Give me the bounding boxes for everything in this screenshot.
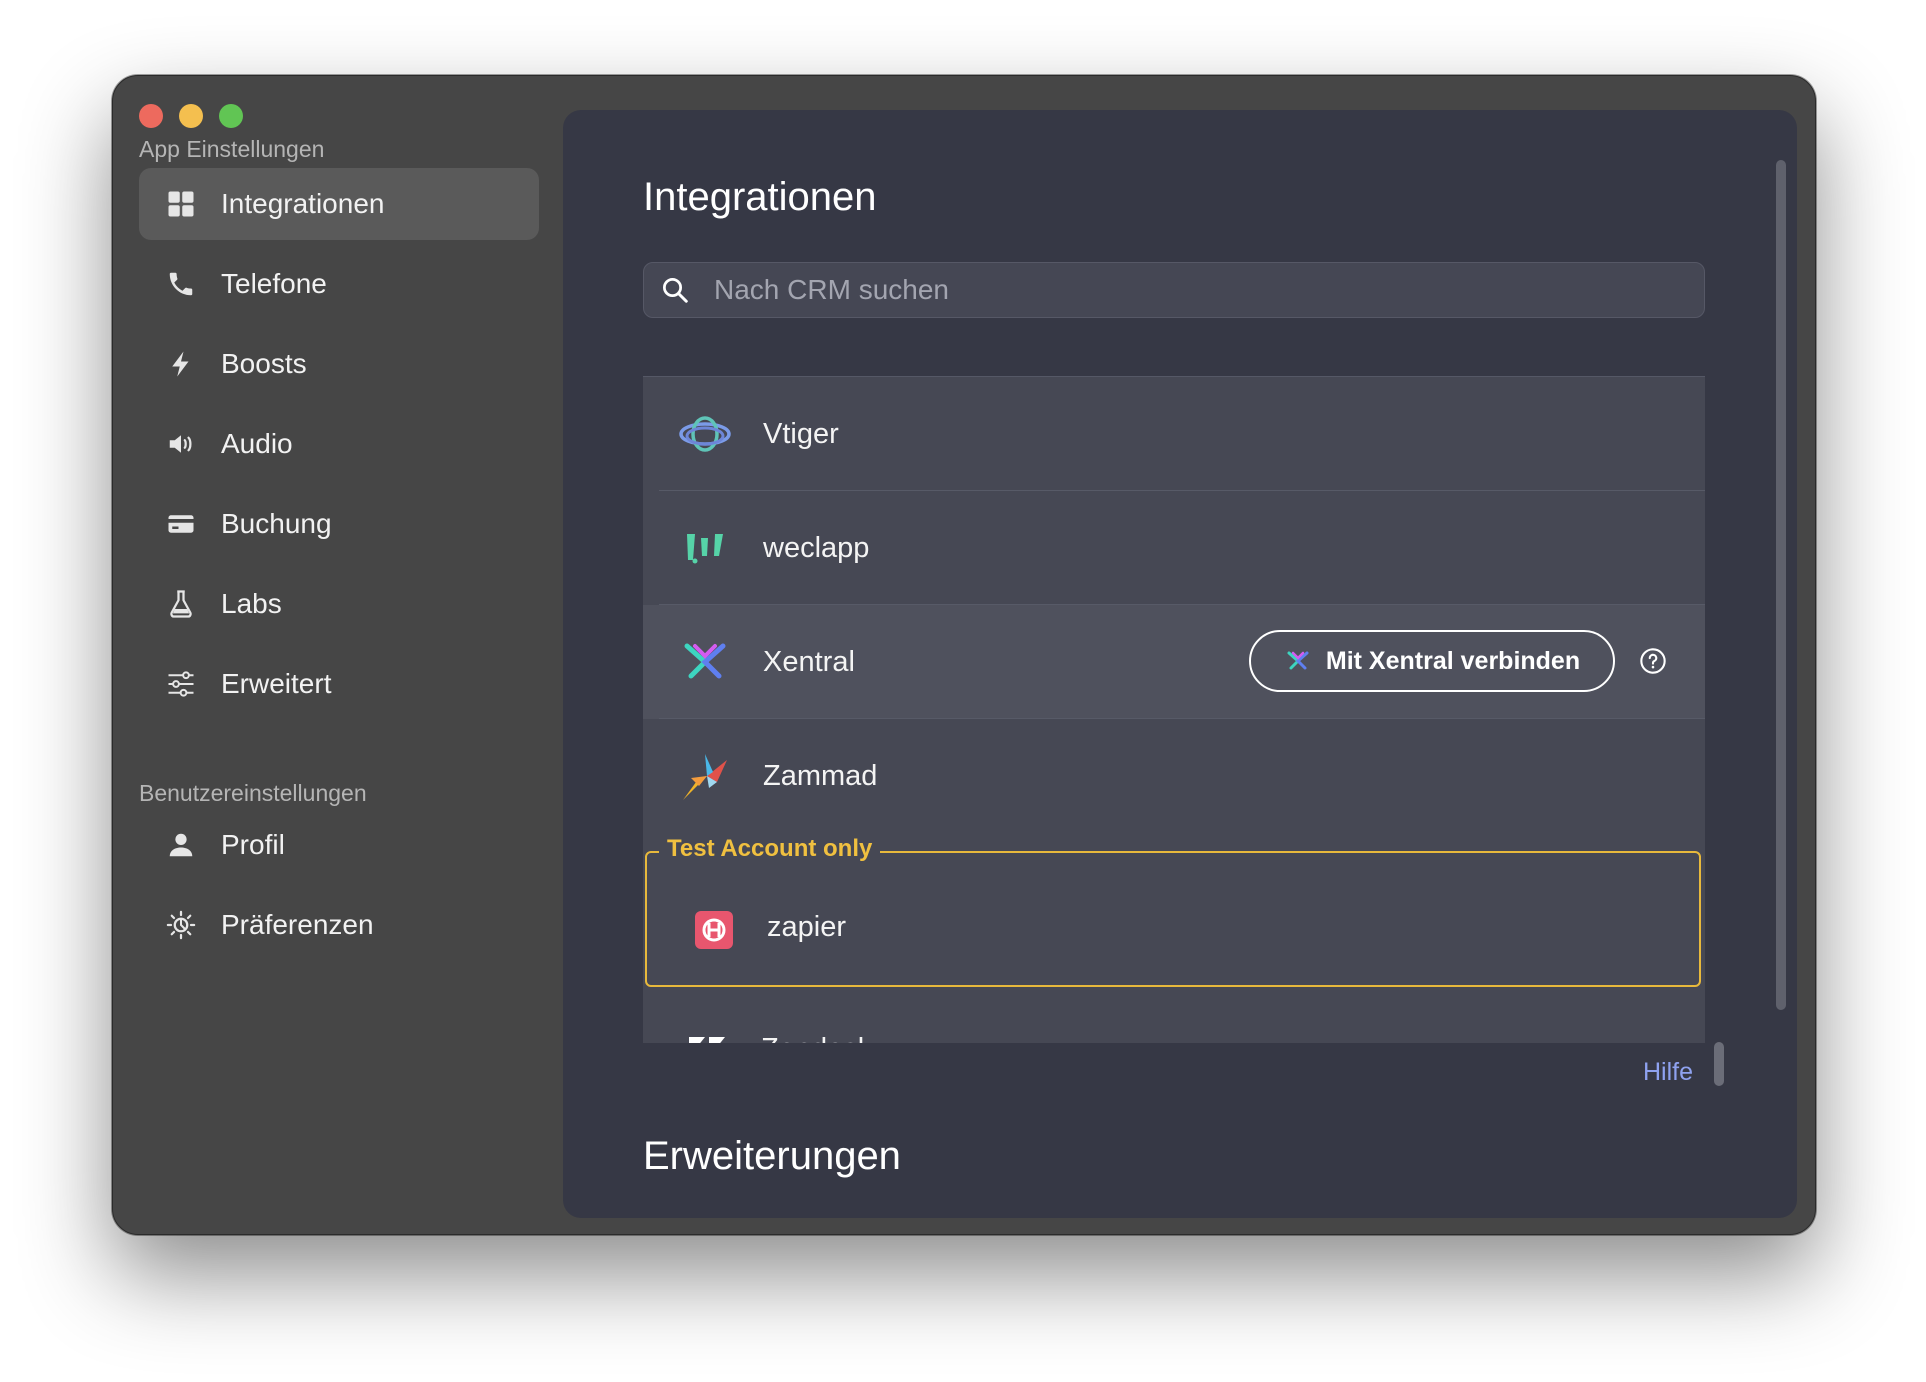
sidebar-item-profil[interactable]: Profil: [139, 809, 539, 881]
flask-icon: [161, 584, 201, 624]
person-icon: [161, 825, 201, 865]
connect-xentral-button[interactable]: Mit Xentral verbinden: [1249, 630, 1615, 692]
sidebar-item-erweitert[interactable]: Erweitert: [139, 648, 539, 720]
xentral-logo-icon: [1287, 651, 1309, 670]
sidebar: App Einstellungen Integrationen Telefone…: [113, 76, 563, 1234]
sidebar-section-app: App Einstellungen: [139, 136, 325, 162]
integration-row-weclapp[interactable]: weclapp: [643, 491, 1705, 605]
sidebar-item-telefone[interactable]: Telefone: [139, 248, 539, 320]
zapier-logo-icon: [695, 911, 733, 949]
sidebar-item-label: Buchung: [221, 508, 332, 539]
sidebar-item-label: Integrationen: [221, 188, 385, 219]
sidebar-item-label: Profil: [221, 829, 285, 860]
help-circle-icon[interactable]: [1639, 647, 1667, 675]
help-link[interactable]: Hilfe: [1643, 1058, 1693, 1087]
integration-name: Xentral: [763, 645, 855, 678]
integration-name: weclapp: [763, 531, 870, 564]
integration-row-zammad[interactable]: Zammad: [643, 719, 1705, 833]
integration-name: Zendesk: [761, 1033, 872, 1043]
sidebar-section-user: Benutzereinstellungen: [139, 780, 367, 806]
sidebar-item-audio[interactable]: Audio: [139, 408, 539, 480]
zammad-logo-icon: [677, 748, 733, 804]
integrations-list: Vtiger weclapp Xentral Mit Xentral verbi…: [643, 376, 1705, 1043]
section-title-extensions: Erweiterungen: [643, 1134, 901, 1178]
zendesk-logo-icon: [689, 1037, 725, 1043]
sidebar-item-label: Telefone: [221, 268, 327, 299]
sidebar-item-label: Audio: [221, 428, 293, 459]
search-input[interactable]: [712, 273, 1676, 307]
sidebar-item-boosts[interactable]: Boosts: [139, 328, 539, 400]
phone-icon: [161, 264, 201, 304]
integration-row-zapier[interactable]: zapier: [767, 911, 846, 944]
weclapp-logo-icon: [677, 520, 733, 576]
sidebar-item-label: Präferenzen: [221, 909, 374, 940]
panel-scrollbar[interactable]: [1776, 160, 1786, 1010]
search-icon: [663, 278, 688, 303]
speaker-icon: [161, 424, 201, 464]
sidebar-item-label: Boosts: [221, 348, 307, 379]
sidebar-item-labs[interactable]: Labs: [139, 568, 539, 640]
test-account-group: Test Account only zapier: [645, 835, 1701, 987]
grid-icon: [161, 184, 201, 224]
sidebar-item-integrationen[interactable]: Integrationen: [139, 168, 539, 240]
sidebar-item-label: Labs: [221, 588, 282, 619]
integration-name: Vtiger: [763, 417, 839, 450]
bolt-icon: [161, 344, 201, 384]
list-scrollbar[interactable]: [1714, 1042, 1724, 1086]
integration-row-xentral[interactable]: Xentral Mit Xentral verbinden: [643, 605, 1705, 719]
card-icon: [161, 504, 201, 544]
vtiger-logo-icon: [677, 406, 733, 462]
sun-gear-icon: [161, 905, 201, 945]
integration-name: Zammad: [763, 759, 878, 792]
sliders-icon: [161, 664, 201, 704]
connect-button-label: Mit Xentral verbinden: [1325, 646, 1581, 675]
main-panel: Integrationen Vtiger weclapp: [563, 110, 1797, 1218]
integration-row-vtiger[interactable]: Vtiger: [643, 377, 1705, 491]
sidebar-item-label: Erweitert: [221, 668, 332, 699]
page-title: Integrationen: [643, 175, 877, 219]
integration-row-partial[interactable]: Zendesk: [643, 997, 1705, 1043]
test-account-legend: Test Account only: [659, 835, 881, 863]
xentral-logo-icon: [677, 634, 733, 690]
search-bar: [643, 262, 1705, 318]
sidebar-item-buchung[interactable]: Buchung: [139, 488, 539, 560]
settings-window: App Einstellungen Integrationen Telefone…: [112, 75, 1816, 1235]
sidebar-item-praeferenzen[interactable]: Präferenzen: [139, 889, 539, 961]
